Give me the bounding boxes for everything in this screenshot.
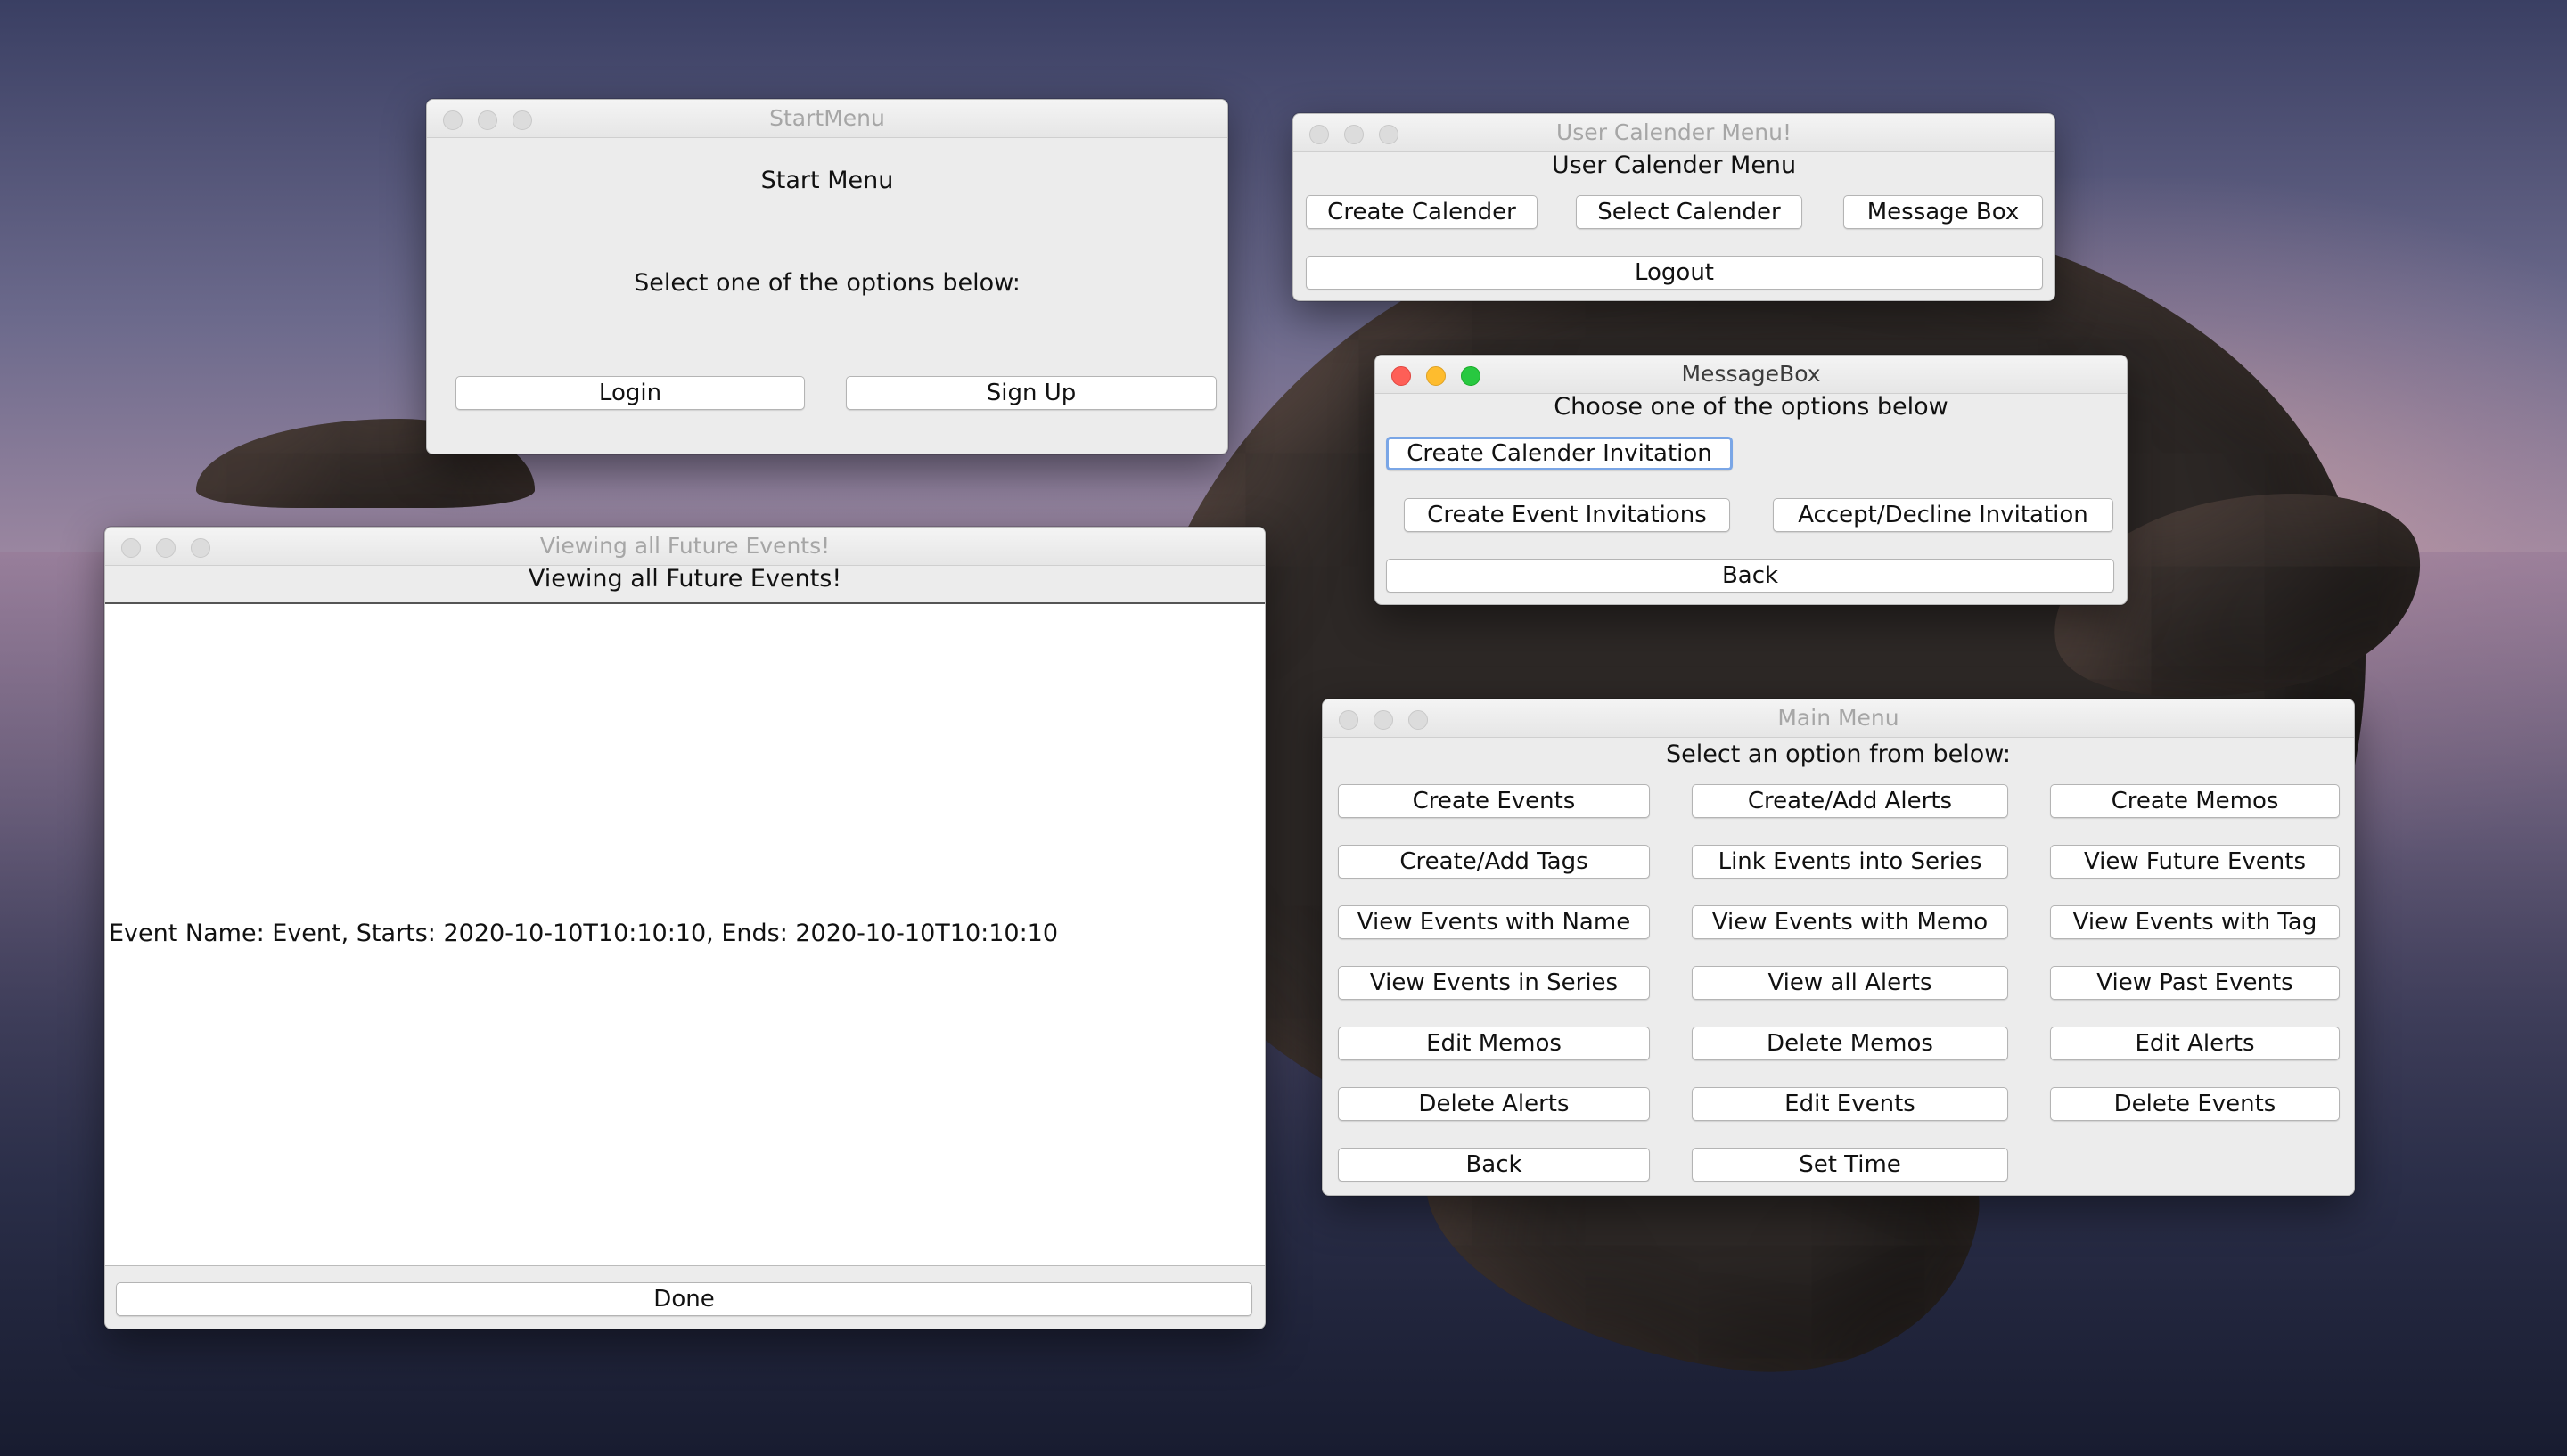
logout-button[interactable]: Logout bbox=[1306, 256, 2043, 290]
link-events-into-series-button[interactable]: Link Events into Series bbox=[1692, 845, 2008, 879]
view-events-with-memo-button[interactable]: View Events with Memo bbox=[1692, 905, 2008, 939]
window-title: MessageBox bbox=[1681, 361, 1821, 387]
set-time-button[interactable]: Set Time bbox=[1692, 1148, 2008, 1182]
create-add-tags-button[interactable]: Create/Add Tags bbox=[1338, 845, 1650, 879]
create-calendar-button[interactable]: Create Calender bbox=[1306, 195, 1538, 229]
delete-alerts-button[interactable]: Delete Alerts bbox=[1338, 1087, 1650, 1121]
event-entry: Event Name: Event, Starts: 2020-10-10T10… bbox=[109, 920, 1059, 947]
start-menu-heading: Start Menu bbox=[760, 167, 894, 194]
main-menu-window: Main Menu Select an option from below: C… bbox=[1322, 699, 2355, 1196]
login-button[interactable]: Login bbox=[455, 376, 805, 410]
window-title: Main Menu bbox=[1777, 705, 1899, 731]
main-menu-titlebar[interactable]: Main Menu bbox=[1323, 699, 2354, 738]
user-calendar-menu-titlebar[interactable]: User Calender Menu! bbox=[1293, 114, 2054, 152]
view-all-alerts-button[interactable]: View all Alerts bbox=[1692, 966, 2008, 1000]
message-box-titlebar[interactable]: MessageBox bbox=[1375, 356, 2127, 394]
accept-decline-invitation-button[interactable]: Accept/Decline Invitation bbox=[1773, 498, 2113, 532]
create-memos-button[interactable]: Create Memos bbox=[2050, 784, 2340, 818]
view-future-events-button[interactable]: View Future Events bbox=[2050, 845, 2340, 879]
edit-events-button[interactable]: Edit Events bbox=[1692, 1087, 2008, 1121]
create-add-alerts-button[interactable]: Create/Add Alerts bbox=[1692, 784, 2008, 818]
window-title: User Calender Menu! bbox=[1555, 119, 1792, 145]
done-button[interactable]: Done bbox=[116, 1282, 1252, 1316]
delete-events-button[interactable]: Delete Events bbox=[2050, 1087, 2340, 1121]
window-title: StartMenu bbox=[769, 105, 885, 131]
start-menu-window: StartMenu Start Menu Select one of the o… bbox=[426, 99, 1228, 454]
edit-memos-button[interactable]: Edit Memos bbox=[1338, 1027, 1650, 1060]
events-list-panel[interactable]: Event Name: Event, Starts: 2020-10-10T10… bbox=[105, 602, 1265, 1266]
create-events-button[interactable]: Create Events bbox=[1338, 784, 1650, 818]
create-event-invitations-button[interactable]: Create Event Invitations bbox=[1404, 498, 1730, 532]
main-menu-heading: Select an option from below: bbox=[1666, 740, 2011, 768]
window-title: Viewing all Future Events! bbox=[539, 533, 831, 559]
future-events-window: Viewing all Future Events! Viewing all F… bbox=[104, 527, 1266, 1329]
create-calendar-invitation-button[interactable]: Create Calender Invitation bbox=[1386, 437, 1733, 470]
back-button[interactable]: Back bbox=[1338, 1148, 1650, 1182]
future-events-heading: Viewing all Future Events! bbox=[528, 565, 842, 593]
message-box-window: MessageBox Choose one of the options bel… bbox=[1374, 355, 2128, 605]
sign-up-button[interactable]: Sign Up bbox=[846, 376, 1217, 410]
view-events-with-tag-button[interactable]: View Events with Tag bbox=[2050, 905, 2340, 939]
user-calendar-menu-heading: User Calender Menu bbox=[1551, 151, 1797, 179]
select-calendar-button[interactable]: Select Calender bbox=[1576, 195, 1802, 229]
message-box-heading: Choose one of the options below bbox=[1554, 393, 1948, 421]
start-menu-titlebar[interactable]: StartMenu bbox=[427, 100, 1227, 138]
message-box-button[interactable]: Message Box bbox=[1843, 195, 2043, 229]
view-events-with-name-button[interactable]: View Events with Name bbox=[1338, 905, 1650, 939]
view-past-events-button[interactable]: View Past Events bbox=[2050, 966, 2340, 1000]
edit-alerts-button[interactable]: Edit Alerts bbox=[2050, 1027, 2340, 1060]
back-button[interactable]: Back bbox=[1386, 559, 2114, 593]
delete-memos-button[interactable]: Delete Memos bbox=[1692, 1027, 2008, 1060]
future-events-titlebar[interactable]: Viewing all Future Events! bbox=[105, 528, 1265, 566]
user-calendar-menu-window: User Calender Menu! User Calender Menu C… bbox=[1292, 113, 2055, 301]
start-menu-prompt: Select one of the options below: bbox=[634, 269, 1021, 297]
view-events-in-series-button[interactable]: View Events in Series bbox=[1338, 966, 1650, 1000]
